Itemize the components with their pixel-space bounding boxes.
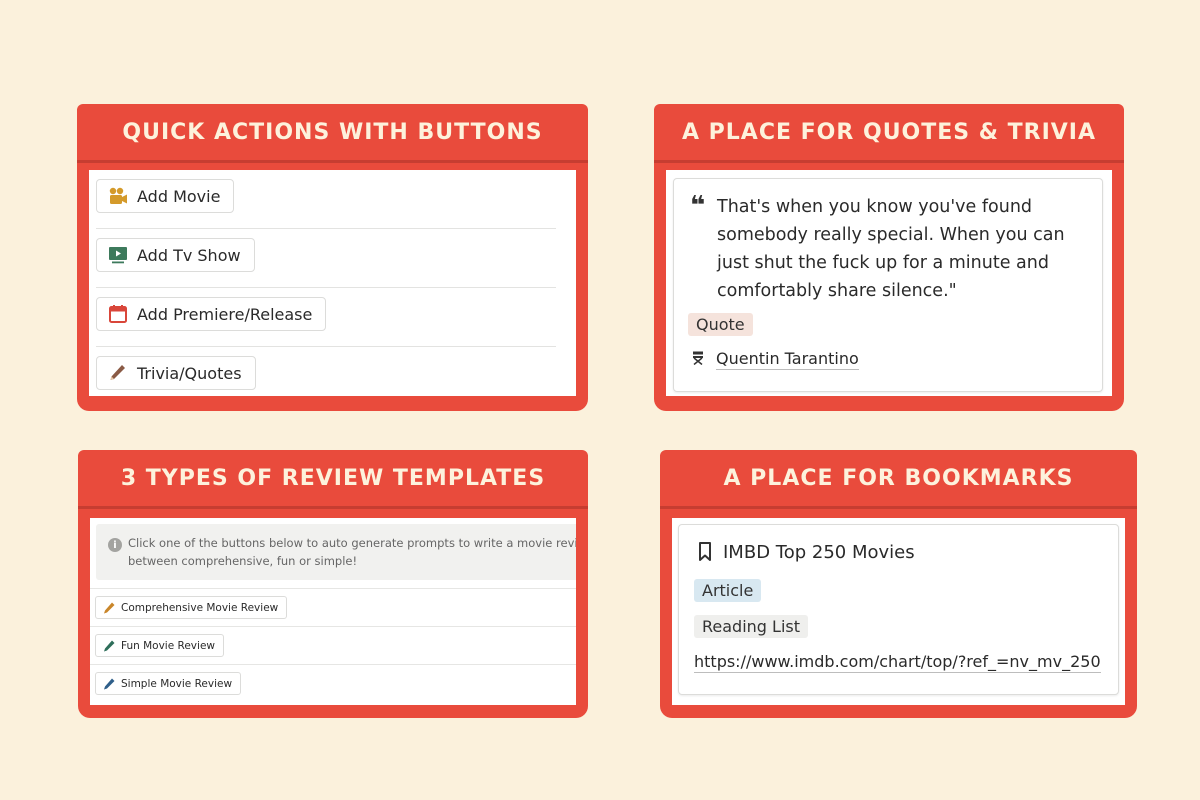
trivia-quotes-label: Trivia/Quotes (137, 363, 242, 383)
add-premiere-button[interactable]: Add Premiere/Release (96, 297, 327, 331)
pencil-icon (102, 601, 116, 615)
fun-review-label: Fun Movie Review (121, 639, 215, 652)
reading-list-tag: Reading List (694, 615, 808, 638)
quote-gallery-card[interactable]: ❝ That's when you know you've found some… (673, 178, 1103, 392)
bookmark-url-link[interactable]: https://www.imdb.com/chart/top/?ref_=nv_… (694, 652, 1101, 673)
bookmarks-title: A PLACE FOR BOOKMARKS (660, 450, 1137, 506)
info-icon: i (108, 538, 122, 552)
fun-review-button[interactable]: Fun Movie Review (95, 634, 224, 657)
article-tag: Article (694, 579, 762, 602)
bookmarks-card: A PLACE FOR BOOKMARKS IMBD Top 250 Movie… (660, 450, 1137, 718)
callout-text: Click one of the buttons below to auto g… (128, 534, 576, 570)
pencil-icon (102, 677, 116, 691)
review-title: 3 TYPES OF REVIEW TEMPLATES (78, 450, 588, 506)
pencil-icon (107, 364, 129, 382)
director-chair-icon (692, 350, 704, 369)
quick-actions-card: QUICK ACTIONS WITH BUTTONS Add Movie Add… (77, 104, 588, 411)
movie-camera-icon (107, 187, 129, 205)
info-callout: i Click one of the buttons below to auto… (96, 524, 576, 580)
add-tv-show-button[interactable]: Add Tv Show (96, 238, 255, 272)
bookmark-gallery-card[interactable]: IMBD Top 250 Movies Article Reading List… (678, 524, 1119, 695)
list-item: Comprehensive Movie Review (90, 588, 576, 626)
list-item: Add Premiere/Release (96, 288, 556, 347)
comprehensive-review-label: Comprehensive Movie Review (121, 601, 279, 614)
quotes-card: A PLACE FOR QUOTES & TRIVIA ❝ That's whe… (654, 104, 1124, 411)
tv-play-icon (107, 246, 129, 264)
bookmarks-panel: IMBD Top 250 Movies Article Reading List… (672, 518, 1125, 705)
callout-line-2: between comprehensive, fun or simple! (128, 554, 358, 568)
list-item: Simple Movie Review (90, 664, 576, 702)
simple-review-label: Simple Movie Review (121, 677, 233, 690)
pencil-icon (102, 639, 116, 653)
calendar-icon (107, 305, 129, 323)
quotes-title: A PLACE FOR QUOTES & TRIVIA (654, 104, 1124, 160)
review-panel: i Click one of the buttons below to auto… (90, 518, 576, 705)
add-premiere-label: Add Premiere/Release (137, 304, 313, 324)
add-tv-show-label: Add Tv Show (137, 245, 241, 265)
quotes-panel: ❝ That's when you know you've found some… (666, 170, 1112, 396)
review-templates-card: 3 TYPES OF REVIEW TEMPLATES i Click one … (78, 450, 588, 718)
list-item: Trivia/Quotes (96, 347, 556, 396)
quote-mark-icon: ❝ (690, 191, 706, 221)
quick-actions-title: QUICK ACTIONS WITH BUTTONS (77, 104, 588, 160)
list-item: Add Movie (96, 170, 556, 229)
callout-line-1: Click one of the buttons below to auto g… (128, 536, 576, 550)
quote-tag: Quote (688, 313, 753, 336)
add-movie-label: Add Movie (137, 186, 221, 206)
quote-text: That's when you know you've found somebo… (717, 197, 1065, 301)
bookmark-title-row: IMBD Top 250 Movies (695, 541, 915, 563)
add-movie-button[interactable]: Add Movie (96, 179, 235, 213)
comprehensive-review-button[interactable]: Comprehensive Movie Review (95, 596, 288, 619)
bookmark-icon (695, 541, 715, 563)
list-item: Add Tv Show (96, 229, 556, 288)
quick-actions-panel: Add Movie Add Tv Show Add Premiere/Relea… (89, 170, 576, 396)
simple-review-button[interactable]: Simple Movie Review (95, 672, 242, 695)
trivia-quotes-button[interactable]: Trivia/Quotes (96, 356, 256, 390)
list-item: Fun Movie Review (90, 626, 576, 664)
author-link[interactable]: Quentin Tarantino (716, 349, 859, 370)
bookmark-title: IMBD Top 250 Movies (723, 541, 915, 563)
author-row: Quentin Tarantino (692, 349, 859, 370)
